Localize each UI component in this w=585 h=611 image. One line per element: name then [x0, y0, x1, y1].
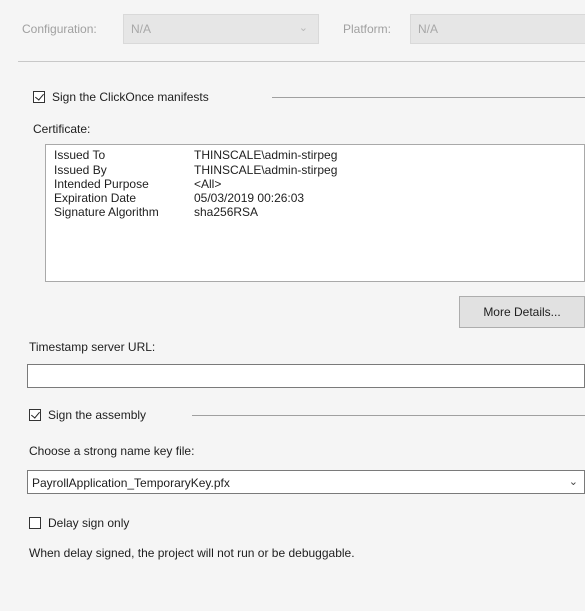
delay-sign-checkbox[interactable]	[29, 517, 41, 529]
sign-manifests-label: Sign the ClickOnce manifests	[52, 90, 209, 104]
more-details-button[interactable]: More Details...	[459, 296, 585, 328]
signing-page: Configuration: N/A ⌄ Platform: N/A Sign …	[0, 0, 585, 611]
certificate-label: Certificate:	[33, 122, 91, 136]
sign-manifests-checkbox-row[interactable]: Sign the ClickOnce manifests	[33, 90, 209, 104]
configuration-select[interactable]: N/A ⌄	[123, 14, 319, 44]
sign-assembly-checkbox-row[interactable]: Sign the assembly	[29, 408, 146, 422]
sign-assembly-checkbox[interactable]	[29, 409, 41, 421]
delay-sign-checkbox-row[interactable]: Delay sign only	[29, 516, 129, 530]
cert-key: Issued To	[54, 148, 106, 162]
cert-value: THINSCALE\admin-stirpeg	[194, 148, 338, 162]
cert-row: Signature Algorithm sha256RSA	[54, 206, 258, 219]
cert-value: <All>	[194, 177, 222, 191]
cert-key: Expiration Date	[54, 191, 137, 205]
delay-sign-note: When delay signed, the project will not …	[29, 546, 355, 560]
platform-value: N/A	[418, 22, 439, 36]
chevron-down-icon: ⌄	[568, 476, 578, 488]
strong-name-key-select[interactable]: PayrollApplication_TemporaryKey.pfx ⌄	[27, 470, 585, 494]
platform-select[interactable]: N/A	[410, 14, 585, 44]
configuration-value: N/A	[131, 22, 152, 36]
timestamp-label: Timestamp server URL:	[29, 340, 156, 354]
configuration-label: Configuration:	[22, 22, 97, 36]
cert-row: Issued By THINSCALE\admin-stirpeg	[54, 164, 337, 177]
chevron-down-icon: ⌄	[298, 22, 308, 34]
timestamp-url-input[interactable]	[27, 364, 585, 388]
cert-value: THINSCALE\admin-stirpeg	[194, 163, 338, 177]
strong-name-key-value: PayrollApplication_TemporaryKey.pfx	[32, 476, 230, 490]
cert-value: 05/03/2019 00:26:03	[194, 191, 305, 205]
cert-row: Expiration Date 05/03/2019 00:26:03	[54, 192, 304, 205]
group-rule	[272, 97, 585, 98]
certificate-details-box: Issued To THINSCALE\admin-stirpeg Issued…	[45, 144, 585, 282]
cert-row: Intended Purpose <All>	[54, 178, 221, 191]
delay-sign-label: Delay sign only	[48, 516, 130, 530]
platform-label: Platform:	[343, 22, 392, 36]
cert-value: sha256RSA	[194, 205, 259, 219]
cert-key: Issued By	[54, 163, 107, 177]
cert-key: Signature Algorithm	[54, 205, 159, 219]
sign-manifests-checkbox[interactable]	[33, 91, 45, 103]
sign-assembly-label: Sign the assembly	[48, 408, 147, 422]
cert-key: Intended Purpose	[54, 177, 149, 191]
cert-row: Issued To THINSCALE\admin-stirpeg	[54, 149, 337, 162]
group-rule	[192, 415, 585, 416]
separator	[18, 61, 585, 62]
strong-name-label: Choose a strong name key file:	[29, 444, 195, 458]
